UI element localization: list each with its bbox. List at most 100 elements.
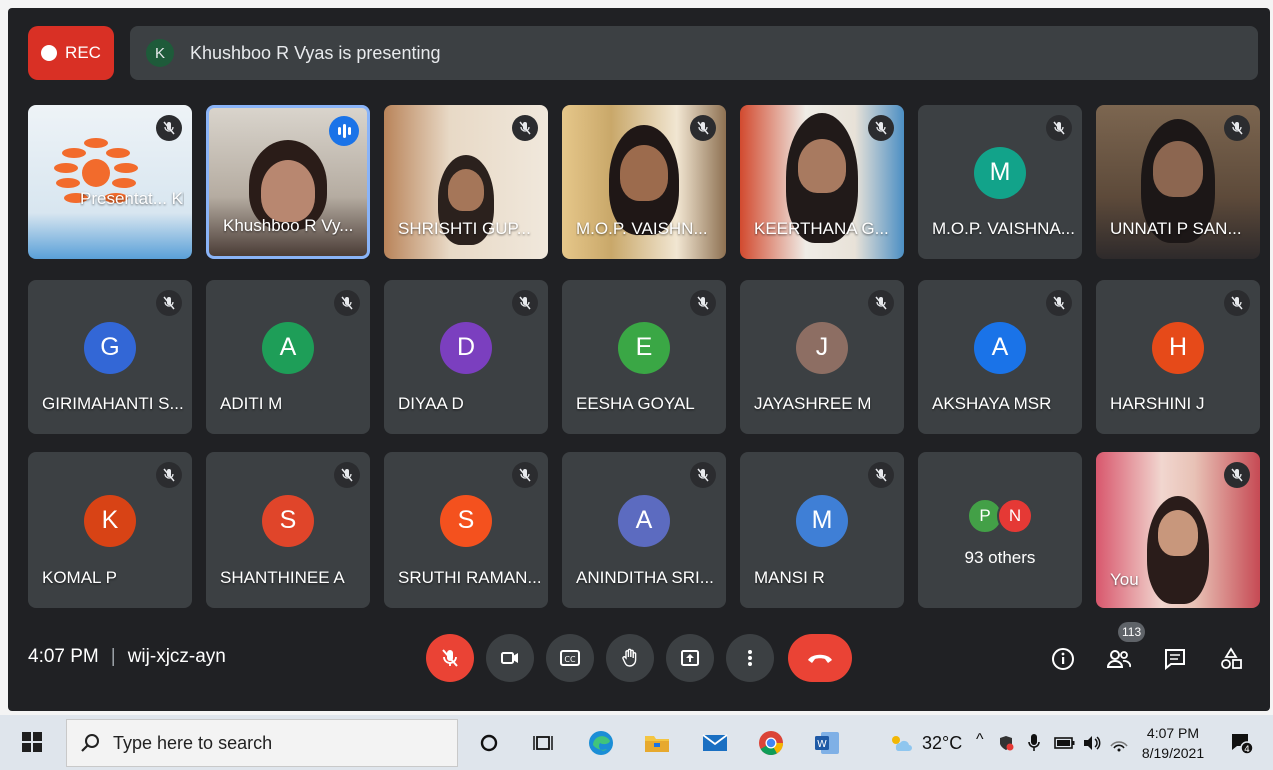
file-explorer-icon[interactable] xyxy=(640,726,674,760)
mic-off-icon xyxy=(156,290,182,316)
tile-participant[interactable]: K KOMAL P xyxy=(28,452,192,608)
recording-indicator: REC xyxy=(28,26,114,80)
participant-name: HARSHINI J xyxy=(1110,394,1205,413)
tile-participant[interactable]: M M.O.P. VAISHNA... xyxy=(918,105,1082,259)
self-face xyxy=(1158,510,1198,556)
activities-button[interactable] xyxy=(1216,644,1246,674)
mic-off-icon xyxy=(334,462,360,488)
participant-avatar: E xyxy=(618,321,670,374)
chat-button[interactable] xyxy=(1160,644,1190,674)
tile-participant[interactable]: KEERTHANA G... xyxy=(740,105,904,259)
info-icon xyxy=(1052,648,1074,670)
taskbar-search-box[interactable]: Type here to search xyxy=(66,719,458,767)
tile-participant[interactable]: M.O.P. VAISHN... xyxy=(562,105,726,259)
tile-participant[interactable]: S SHANTHINEE A xyxy=(206,452,370,608)
tile-participant[interactable]: SHRISHTI GUP... xyxy=(384,105,548,259)
meet-window: REC K Khushboo R Vyas is presenting Pres… xyxy=(8,8,1270,711)
record-dot-icon xyxy=(41,45,58,61)
tile-participant[interactable]: E EESHA GOYAL xyxy=(562,280,726,434)
meeting-separator: | xyxy=(110,646,116,667)
mic-off-icon xyxy=(512,290,538,316)
show-hidden-icons-icon[interactable]: ^ xyxy=(976,731,984,749)
search-placeholder: Type here to search xyxy=(113,732,273,753)
hand-icon xyxy=(622,648,637,667)
participant-name: ADITI M xyxy=(220,394,283,413)
tile-others[interactable]: P N 93 others xyxy=(918,452,1082,608)
participant-name: ANINDITHA SRI... xyxy=(576,568,714,587)
mail-icon[interactable] xyxy=(698,726,732,760)
tile-participant[interactable]: D DIYAA D xyxy=(384,280,548,434)
tile-participant[interactable]: A AKSHAYA MSR xyxy=(918,280,1082,434)
mic-off-icon xyxy=(868,115,894,141)
leave-call-button[interactable] xyxy=(788,634,852,682)
captions-button[interactable]: CC xyxy=(546,634,594,682)
notifications-icon[interactable]: 4 xyxy=(1224,726,1258,760)
volume-icon[interactable] xyxy=(1080,726,1104,760)
wifi-icon[interactable] xyxy=(1106,726,1132,760)
raise-hand-button[interactable] xyxy=(606,634,654,682)
tile-presentation[interactable]: Presentat... Khushbo xyxy=(28,105,192,259)
mic-off-icon xyxy=(690,290,716,316)
meeting-info: 4:07 PM | wij-xjcz-ayn xyxy=(28,646,226,668)
participant-name: UNNATI P SAN... xyxy=(1110,219,1242,238)
mic-off-icon xyxy=(1224,462,1250,488)
more-options-button[interactable] xyxy=(726,634,774,682)
weather-icon[interactable] xyxy=(884,726,918,760)
tile-self-view[interactable]: You xyxy=(1096,452,1260,608)
chrome-icon[interactable] xyxy=(754,726,788,760)
mic-off-icon xyxy=(690,115,716,141)
participant-name: JAYASHREE M xyxy=(754,394,872,413)
people-button[interactable] xyxy=(1104,644,1134,674)
chat-icon xyxy=(1165,649,1185,671)
participant-name: KEERTHANA G... xyxy=(754,219,889,238)
participant-face xyxy=(798,139,846,193)
participant-name: SHANTHINEE A xyxy=(220,568,345,587)
tile-participant[interactable]: A ADITI M xyxy=(206,280,370,434)
cortana-icon[interactable] xyxy=(472,726,506,760)
mic-toggle-button[interactable] xyxy=(426,634,474,682)
svg-text:CC: CC xyxy=(564,655,576,664)
tile-participant[interactable]: UNNATI P SAN... xyxy=(1096,105,1260,259)
microphone-tray-icon[interactable] xyxy=(1022,726,1046,760)
battery-icon[interactable] xyxy=(1052,726,1078,760)
camera-toggle-button[interactable] xyxy=(486,634,534,682)
tile-participant[interactable]: H HARSHINI J xyxy=(1096,280,1260,434)
edge-browser-icon[interactable] xyxy=(584,726,618,760)
meeting-details-button[interactable] xyxy=(1048,644,1078,674)
word-icon[interactable]: W xyxy=(810,726,844,760)
tile-participant[interactable]: G GIRIMAHANTI S... xyxy=(28,280,192,434)
participant-avatar: A xyxy=(262,321,314,374)
meeting-time: 4:07 PM xyxy=(28,646,99,667)
weather-temperature[interactable]: 32°C xyxy=(922,733,962,754)
participant-avatar: A xyxy=(618,494,670,547)
task-view-icon[interactable] xyxy=(526,726,560,760)
rec-label: REC xyxy=(65,43,101,62)
tile-participant[interactable]: A ANINDITHA SRI... xyxy=(562,452,726,608)
tile-participant[interactable]: S SRUTHI RAMAN... xyxy=(384,452,548,608)
more-vert-icon xyxy=(748,650,752,666)
participant-name: EESHA GOYAL xyxy=(576,394,695,413)
presenting-banner[interactable]: K Khushboo R Vyas is presenting xyxy=(130,26,1258,80)
shield-alert-icon[interactable] xyxy=(994,726,1018,760)
mic-off-icon xyxy=(156,115,182,141)
participant-count-badge: 113 xyxy=(1118,622,1146,642)
others-avatar: N xyxy=(997,498,1033,534)
activities-icon xyxy=(1221,647,1242,669)
windows-start-icon[interactable] xyxy=(22,732,42,752)
others-count: 93 others xyxy=(964,548,1036,567)
mic-off-icon xyxy=(1224,290,1250,316)
participant-face xyxy=(1153,141,1203,197)
tile-active-speaker[interactable]: Khushboo R Vy... xyxy=(206,105,370,259)
tile-participant[interactable]: J JAYASHREE M xyxy=(740,280,904,434)
tile-participant[interactable]: M MANSI R xyxy=(740,452,904,608)
present-screen-button[interactable] xyxy=(666,634,714,682)
meeting-code[interactable]: wij-xjcz-ayn xyxy=(128,646,226,668)
clock-time: 4:07 PM xyxy=(1146,725,1200,741)
participant-avatar: M xyxy=(974,146,1026,199)
taskbar-clock[interactable]: 4:07 PM 8/19/2021 xyxy=(1138,723,1208,763)
people-icon xyxy=(1106,650,1132,668)
participant-name: M.O.P. VAISHN... xyxy=(576,219,708,238)
participant-avatar: A xyxy=(974,321,1026,374)
mic-off-icon xyxy=(1224,115,1250,141)
participant-name: DIYAA D xyxy=(398,394,464,413)
